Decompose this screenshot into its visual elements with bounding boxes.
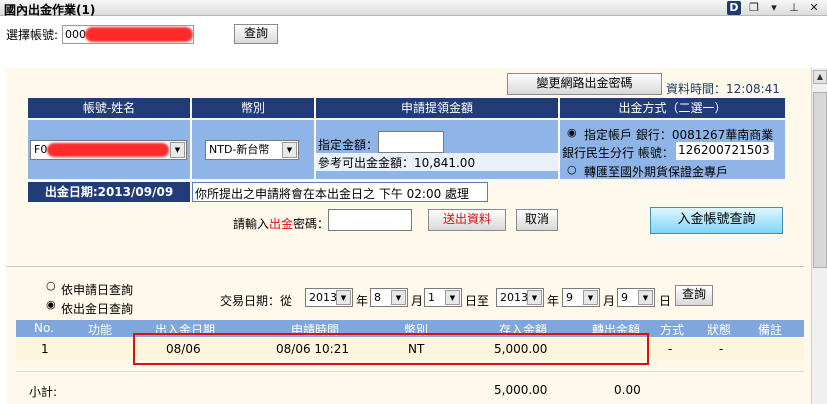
row-status: - [719,342,724,356]
trade-date-label: 交易日期：從 [220,294,293,308]
query-radio-withdraw-date-label: 依出金日查詢 [61,302,134,316]
query-radio-apply-date[interactable]: ○ [46,279,56,292]
account-select-label: 選擇帳號: [6,27,59,42]
submit-button[interactable]: 送出資料 [428,209,506,231]
from-year-select[interactable]: 2013 ▼ [305,288,353,307]
close-icon[interactable]: ✕ [807,1,821,15]
withdraw-date-label: 出金日期:2013/09/09 [28,182,190,202]
vertical-scrollbar[interactable]: ▲ [811,68,827,404]
deposit-account-query-button[interactable]: 入金帳號查詢 [650,207,783,234]
window-controls: D ❐ ▾ ⊥ ✕ [727,1,821,15]
account-select-field[interactable]: 000 [62,24,195,44]
header-currency: 幣別 [192,98,314,118]
to-day-select[interactable]: 9 ▼ [617,288,655,307]
pin-icon[interactable]: ⊥ [787,1,801,15]
to-month-select[interactable]: 9 ▼ [562,288,600,307]
account-select-value: 000 [65,27,87,41]
subtotal-divider [16,371,804,372]
header-method: 出金方式（二選一） [560,98,785,118]
restore-icon[interactable]: ❐ [747,1,761,15]
col-status: 狀態 [707,323,732,337]
month-label-from: 月 [411,294,424,308]
method-option2-radio[interactable]: ○ [567,163,577,176]
section-divider [6,266,804,267]
subtotal-withdraw: 0.00 [614,383,641,397]
day-to-label: 日至 [465,292,489,309]
account-select-row: 選擇帳號: 000 查詢 [6,24,279,44]
col-note: 備註 [758,323,783,337]
method-option1-radio[interactable]: ◉ [567,126,577,139]
from-month-value: 8 [374,291,381,304]
subtotal-deposit: 5,000.00 [494,383,548,397]
col-no: No. [34,321,54,335]
scroll-up-icon[interactable]: ▲ [813,70,827,84]
date-query-button[interactable]: 查詢 [675,285,713,306]
account-dropdown-value: F0 [34,143,48,156]
method-account-field: 126200721503 [676,142,774,160]
chevron-down-icon[interactable]: ▼ [336,290,351,305]
currency-dropdown[interactable]: NTD-新台幣 ▼ [205,140,299,160]
password-label: 請輸入出金密碼： [233,215,329,232]
day-label-to: 日 [659,294,672,308]
amount-label: 指定金額： [318,138,379,152]
scroll-thumb[interactable] [813,92,827,268]
to-month-value: 9 [566,291,573,304]
month-label-to: 月 [603,294,616,308]
redaction-mark [85,26,194,42]
day-label-from: 日 [465,294,478,308]
chevron-down-icon[interactable]: ▼ [583,290,598,305]
password-input[interactable] [328,209,412,231]
subtotal-label: 小計: [29,385,58,399]
data-time-label: 資料時間：12:08:41 [666,82,780,96]
dropdown-icon[interactable]: ▾ [767,1,781,15]
chevron-down-icon[interactable]: ▼ [527,290,542,305]
cancel-button[interactable]: 取消 [516,209,558,231]
withdraw-notice-text: 你所提出之申請將會在本出金日之 下午 02:00 處理 [195,187,470,201]
from-year-value: 2013 [309,291,337,304]
from-month-select[interactable]: 8 ▼ [370,288,408,307]
account-query-button[interactable]: 查詢 [234,24,279,44]
redaction-mark [47,143,169,157]
chevron-down-icon[interactable]: ▼ [391,290,406,305]
method-option1-line2: 銀行民生分行 帳號： [562,146,674,160]
account-dropdown[interactable]: F0 ▼ [30,140,187,160]
reference-amount-box: 參考可出金金額：10,841.00 [316,153,558,171]
col-function: 功能 [88,323,113,337]
change-password-button[interactable]: 變更網路出金密碼 [507,73,662,95]
window-title: 國內出金作業(1) [4,3,96,17]
method-account-value: 126200721503 [678,143,770,157]
from-day-value: 1 [428,291,435,304]
chevron-down-icon[interactable]: ▼ [282,142,297,158]
withdraw-notice-box: 你所提出之申請將會在本出金日之 下午 02:00 處理 [192,182,488,202]
chevron-down-icon[interactable]: ▼ [170,142,185,158]
chevron-down-icon[interactable]: ▼ [445,290,460,305]
from-day-select[interactable]: 1 ▼ [424,288,462,307]
header-account-name: 帳號-姓名 [28,98,190,118]
year-label-from: 年 [356,294,369,308]
to-year-select[interactable]: 2013 ▼ [496,288,544,307]
to-label: 至 [477,294,490,308]
query-radio-apply-date-label: 依申請日查詢 [61,283,134,297]
method-option1-line1: 指定帳戶 銀行：0081267華南商業 [584,128,774,142]
year-label-to: 年 [547,294,560,308]
dock-icon[interactable]: D [727,1,741,15]
currency-dropdown-value: NTD-新台幣 [209,143,270,156]
header-withdraw-amount: 申請提領金額 [316,98,558,118]
row-method: - [668,342,673,356]
chevron-down-icon[interactable]: ▼ [638,290,653,305]
to-year-value: 2013 [500,291,528,304]
amount-input[interactable] [378,131,444,153]
password-label-red: 出金 [269,217,294,231]
window-titlebar: 國內出金作業(1) D ❐ ▾ ⊥ ✕ [0,0,827,17]
highlight-box [133,333,649,365]
reference-amount-label: 參考可出金金額：10,841.00 [318,156,476,170]
query-radio-withdraw-date[interactable]: ◉ [46,298,56,311]
password-label-prefix: 請輸入 [233,217,270,231]
method-option2-label: 轉匯至國外期貨保證金專戶 [584,165,729,179]
col-method: 方式 [660,323,685,337]
to-day-value: 9 [621,291,628,304]
password-label-suffix: 密碼： [293,217,330,231]
row-no: 1 [41,342,49,356]
